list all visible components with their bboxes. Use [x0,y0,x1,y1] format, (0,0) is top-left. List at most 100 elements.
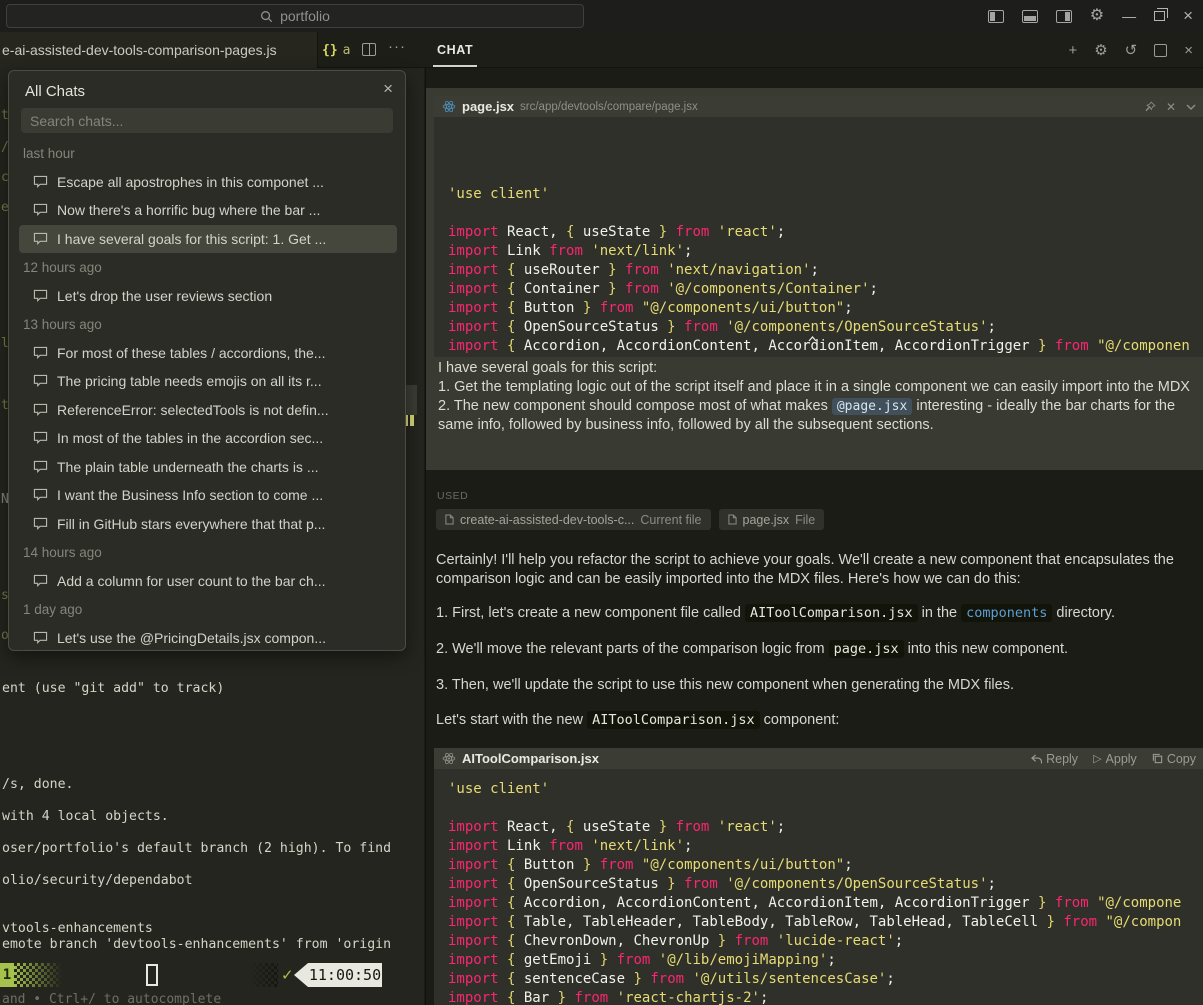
code-line [448,799,1203,818]
chat-item-label: I have several goals for this script: 1.… [57,231,326,247]
chat-item[interactable]: Add a column for user count to the bar c… [19,567,397,596]
chat-item[interactable]: Let's drop the user reviews section [19,282,397,311]
tab-file[interactable]: e-ai-assisted-dev-tools-comparison-pages… [0,32,318,68]
chat-item[interactable]: Let's use the @PricingDetails.jsx compon… [19,624,397,652]
chat-item-label: Let's use the @PricingDetails.jsx compon… [57,630,326,646]
code-line: import { Accordion, AccordionContent, Ac… [448,337,1203,356]
assistant-intro: Certainly! I'll help you refactor the sc… [436,551,1200,589]
toggle-left-dock-icon[interactable] [988,10,1004,23]
close-window-button[interactable]: × [1183,6,1193,26]
powerline-arrow [294,963,308,987]
chat-item[interactable]: ReferenceError: selectedTools is not def… [19,396,397,425]
context-file-chip[interactable]: create-ai-assisted-dev-tools-c...Current… [436,509,711,530]
code-line: import { OpenSourceStatus } from '@/comp… [448,875,1203,894]
code-line: import { Bar } from 'react-chartjs-2'; [448,989,1203,1005]
json-file-icon: {} [322,43,338,58]
assistant-step-3: 3. Then, we'll update the script to use … [436,676,1200,695]
terminal-line: vtools-enhancements [2,921,391,937]
file-icon [728,514,737,525]
more-options-icon[interactable]: ··· [388,38,406,55]
chat-bubble-icon [33,403,48,417]
tab-chat[interactable]: CHAT [433,32,477,68]
chat-bubble-icon [33,574,48,588]
file-mention: @page.jsx [832,398,912,415]
chat-bubble-icon [33,346,48,360]
code-line: import { Accordion, AccordionContent, Ac… [448,894,1203,913]
split-pane-icon[interactable] [362,43,376,56]
tab-json-file[interactable]: {} a [322,32,350,68]
project-search[interactable]: portfolio [6,4,584,28]
active-tab-underline [433,65,477,67]
code-line: import { sentenceCase } from '@/utils/se… [448,970,1203,989]
code-line: import { Table, TableHeader, TableBody, … [448,356,1203,357]
chat-item-label: Now there's a horrific bug where the bar… [57,202,320,218]
code-line: import React, { useState } from 'react'; [448,818,1203,837]
chat-group-label: last hour [9,139,406,168]
copy-icon [1152,753,1163,764]
expand-panel-icon[interactable] [1154,44,1167,57]
status-dither [250,963,278,987]
chat-item[interactable]: For most of these tables / accordions, t… [19,339,397,368]
chat-item[interactable]: I have several goals for this script: 1.… [19,225,397,254]
chat-item[interactable]: I want the Business Info section to come… [19,481,397,510]
toggle-right-dock-icon[interactable] [1056,10,1072,23]
code-block-body[interactable]: 'use client' import React, { useState } … [434,769,1203,1005]
copy-button[interactable]: Copy [1152,752,1196,766]
chat-group-label: 12 hours ago [9,253,406,282]
restore-button[interactable] [1154,11,1165,21]
close-panel-icon[interactable]: × [383,79,393,99]
chat-item-label: The plain table underneath the charts is… [57,459,319,475]
titlebar: portfolio ⚙ — × [0,0,1203,32]
chat-bubble-icon [33,460,48,474]
code-block-body[interactable]: 'use client' import React, { useState } … [434,117,1203,357]
chat-bubble-icon [33,289,48,303]
pin-icon[interactable] [1145,101,1156,112]
chat-item[interactable]: The pricing table needs emojis on all it… [19,367,397,396]
apply-button[interactable]: ▷ Apply [1093,752,1137,766]
chats-search-input[interactable]: Search chats... [21,108,393,133]
chat-item[interactable]: The plain table underneath the charts is… [19,453,397,482]
text-cursor [808,336,817,342]
chevron-down-icon[interactable] [1186,104,1196,110]
chat-item[interactable]: Fill in GitHub stars everywhere that tha… [19,510,397,539]
code-line: import { Table, TableHeader, TableBody, … [448,913,1203,932]
chat-bubble-icon [33,175,48,189]
chat-group-label: 1 day ago [9,595,406,624]
code-block-page-jsx: page.jsx src/app/devtools/compare/page.j… [434,96,1203,357]
terminal-line [2,825,391,841]
reply-button[interactable]: Reply [1031,752,1078,766]
inline-code-link[interactable]: components [961,604,1052,622]
code-block-aitoolcomparison: AIToolComparison.jsx Reply ▷ Apply Copy [434,748,1203,1005]
code-line [448,204,1203,223]
terminal-line [2,889,391,905]
minimize-button[interactable]: — [1122,8,1136,24]
terminal-line [2,713,391,729]
all-chats-panel: All Chats × Search chats... last hourEsc… [8,70,406,651]
terminal-output[interactable]: ent (use "git add" to track) /s, done. w… [2,681,391,953]
context-file-chip[interactable]: page.jsxFile [719,509,825,530]
user-message-text: I have several goals for this script:1. … [438,359,1190,435]
terminal-line [2,729,391,745]
chat-item[interactable]: Escape all apostrophes in this componet … [19,168,397,197]
close-chat-icon[interactable]: × [1184,43,1193,58]
chat-panel: page.jsx src/app/devtools/compare/page.j… [425,68,1203,1005]
app-window: portfolio ⚙ — × e-ai-assisted-dev-tools-… [0,0,1203,1005]
chat-item[interactable]: In most of the tables in the accordion s… [19,424,397,453]
chat-settings-icon[interactable]: ⚙ [1094,43,1107,58]
code-line: import { Container } from '@/components/… [448,280,1203,299]
code-line: 'use client' [448,780,1203,799]
assistant-step-2: 2. We'll move the relevant parts of the … [436,640,1200,659]
settings-gear-icon[interactable]: ⚙ [1090,8,1104,24]
prompt-badge: 1 [0,963,14,987]
search-text: portfolio [280,8,330,24]
file-icon [445,514,454,525]
search-icon [260,10,273,23]
chat-item[interactable]: Now there's a horrific bug where the bar… [19,196,397,225]
new-chat-icon[interactable]: + [1068,43,1077,58]
chat-bubble-icon [33,203,48,217]
toggle-bottom-dock-icon[interactable] [1022,10,1038,23]
json-tab-label: a [343,43,351,58]
close-block-icon[interactable]: ✕ [1166,100,1176,114]
chat-history-icon[interactable]: ↺ [1125,43,1138,58]
chat-bubble-icon [33,431,48,445]
